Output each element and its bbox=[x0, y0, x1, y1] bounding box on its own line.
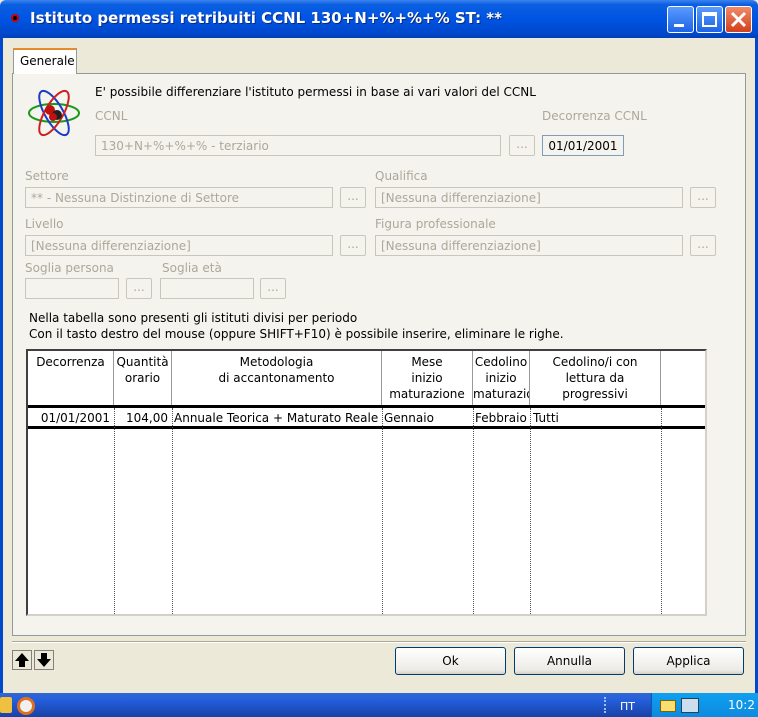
network-icon[interactable] bbox=[681, 698, 699, 713]
info-line-2: Con il tasto destro del mouse (oppure SH… bbox=[29, 327, 564, 341]
column-divider bbox=[382, 408, 383, 614]
column-divider bbox=[172, 408, 173, 614]
column-header-quantita[interactable]: Quantità orario bbox=[114, 351, 172, 405]
ccnl-field[interactable]: 130+N+%+%+% - terziario bbox=[95, 135, 501, 156]
decorrenza-ccnl-label: Decorrenza CCNL bbox=[542, 109, 647, 123]
language-indicator-icon[interactable]: ΠΤ bbox=[620, 700, 635, 713]
column-header-mese[interactable]: Mese inizio maturazione bbox=[382, 351, 473, 405]
soglia-eta-field[interactable] bbox=[160, 278, 254, 299]
arrow-up-icon bbox=[15, 653, 29, 667]
close-button[interactable] bbox=[725, 6, 752, 33]
nav-arrows bbox=[12, 650, 54, 670]
clock[interactable]: 10:2 bbox=[728, 698, 755, 712]
taskbar bbox=[0, 693, 758, 717]
mail-icon[interactable] bbox=[660, 700, 676, 712]
column-header-progressivi[interactable]: Cedolino/i con lettura da progressivi bbox=[530, 351, 661, 405]
qualifica-label: Qualifica bbox=[375, 169, 428, 183]
column-header-decorrenza[interactable]: Decorrenza bbox=[28, 351, 114, 405]
column-divider bbox=[530, 408, 531, 614]
figura-browse-button[interactable]: ... bbox=[690, 235, 716, 256]
browser-icon[interactable] bbox=[17, 697, 35, 715]
qualifica-browse-button[interactable]: ... bbox=[690, 187, 716, 208]
footer-divider bbox=[12, 641, 746, 643]
ccnl-browse-button[interactable]: ... bbox=[509, 135, 535, 156]
column-header-cedolino[interactable]: Cedolino inizio maturazio bbox=[473, 351, 530, 405]
figura-label: Figura professionale bbox=[375, 217, 496, 231]
cell-decorrenza[interactable]: 01/01/2001 bbox=[28, 408, 110, 428]
close-icon bbox=[730, 11, 747, 28]
livello-label: Livello bbox=[25, 217, 64, 231]
soglia-persona-field[interactable] bbox=[25, 278, 119, 299]
column-divider bbox=[473, 408, 474, 614]
window-title: Istituto permessi retribuiti CCNL 130+N+… bbox=[30, 9, 502, 27]
maximize-icon bbox=[702, 12, 717, 27]
soglia-persona-label: Soglia persona bbox=[25, 261, 114, 275]
annulla-button[interactable]: Annulla bbox=[514, 647, 625, 675]
livello-field[interactable]: [Nessuna differenziazione] bbox=[25, 235, 333, 256]
minimize-icon bbox=[674, 24, 684, 27]
soglia-eta-label: Soglia età bbox=[162, 261, 222, 275]
settore-browse-button[interactable]: ... bbox=[340, 187, 366, 208]
cell-cedolino[interactable]: Febbraio bbox=[475, 408, 529, 428]
settore-label: Settore bbox=[25, 169, 69, 183]
figura-field[interactable]: [Nessuna differenziazione] bbox=[375, 235, 683, 256]
ccnl-label: CCNL bbox=[95, 109, 128, 123]
minimize-button[interactable] bbox=[667, 6, 694, 33]
tab-generale[interactable]: Generale bbox=[13, 48, 77, 74]
column-divider bbox=[114, 408, 115, 614]
cell-metodologia[interactable]: Annuale Teorica + Maturato Reale bbox=[174, 408, 380, 428]
column-divider bbox=[661, 408, 662, 614]
soglia-persona-browse-button[interactable]: ... bbox=[126, 278, 152, 299]
cell-quantita[interactable]: 104,00 bbox=[114, 408, 168, 428]
move-down-button[interactable] bbox=[34, 650, 54, 670]
column-header-metodologia[interactable]: Metodologia di accantonamento bbox=[172, 351, 382, 405]
app-icon bbox=[11, 14, 19, 22]
applica-button[interactable]: Applica bbox=[633, 647, 744, 675]
soglia-eta-browse-button[interactable]: ... bbox=[260, 278, 286, 299]
move-up-button[interactable] bbox=[12, 650, 32, 670]
intro-text: E' possibile differenziare l'istituto pe… bbox=[95, 85, 536, 99]
settore-field[interactable]: ** - Nessuna Distinzione di Settore bbox=[25, 187, 333, 208]
ok-button[interactable]: Ok bbox=[395, 647, 506, 675]
taskbar-app-icon[interactable] bbox=[0, 697, 12, 713]
decorrenza-ccnl-field[interactable]: 01/01/2001 bbox=[542, 135, 624, 156]
qualifica-field[interactable]: [Nessuna differenziazione] bbox=[375, 187, 683, 208]
livello-browse-button[interactable]: ... bbox=[340, 235, 366, 256]
arrow-down-icon bbox=[37, 653, 51, 667]
cell-mese[interactable]: Gennaio bbox=[384, 408, 472, 428]
periods-table[interactable]: Decorrenza Quantità orario Metodologia d… bbox=[26, 349, 707, 616]
taskbar-grip bbox=[604, 697, 608, 713]
atom-icon bbox=[28, 89, 80, 137]
maximize-button[interactable] bbox=[696, 6, 723, 33]
cell-progressivi[interactable]: Tutti bbox=[533, 408, 659, 428]
info-line-1: Nella tabella sono presenti gli istituti… bbox=[29, 311, 358, 325]
